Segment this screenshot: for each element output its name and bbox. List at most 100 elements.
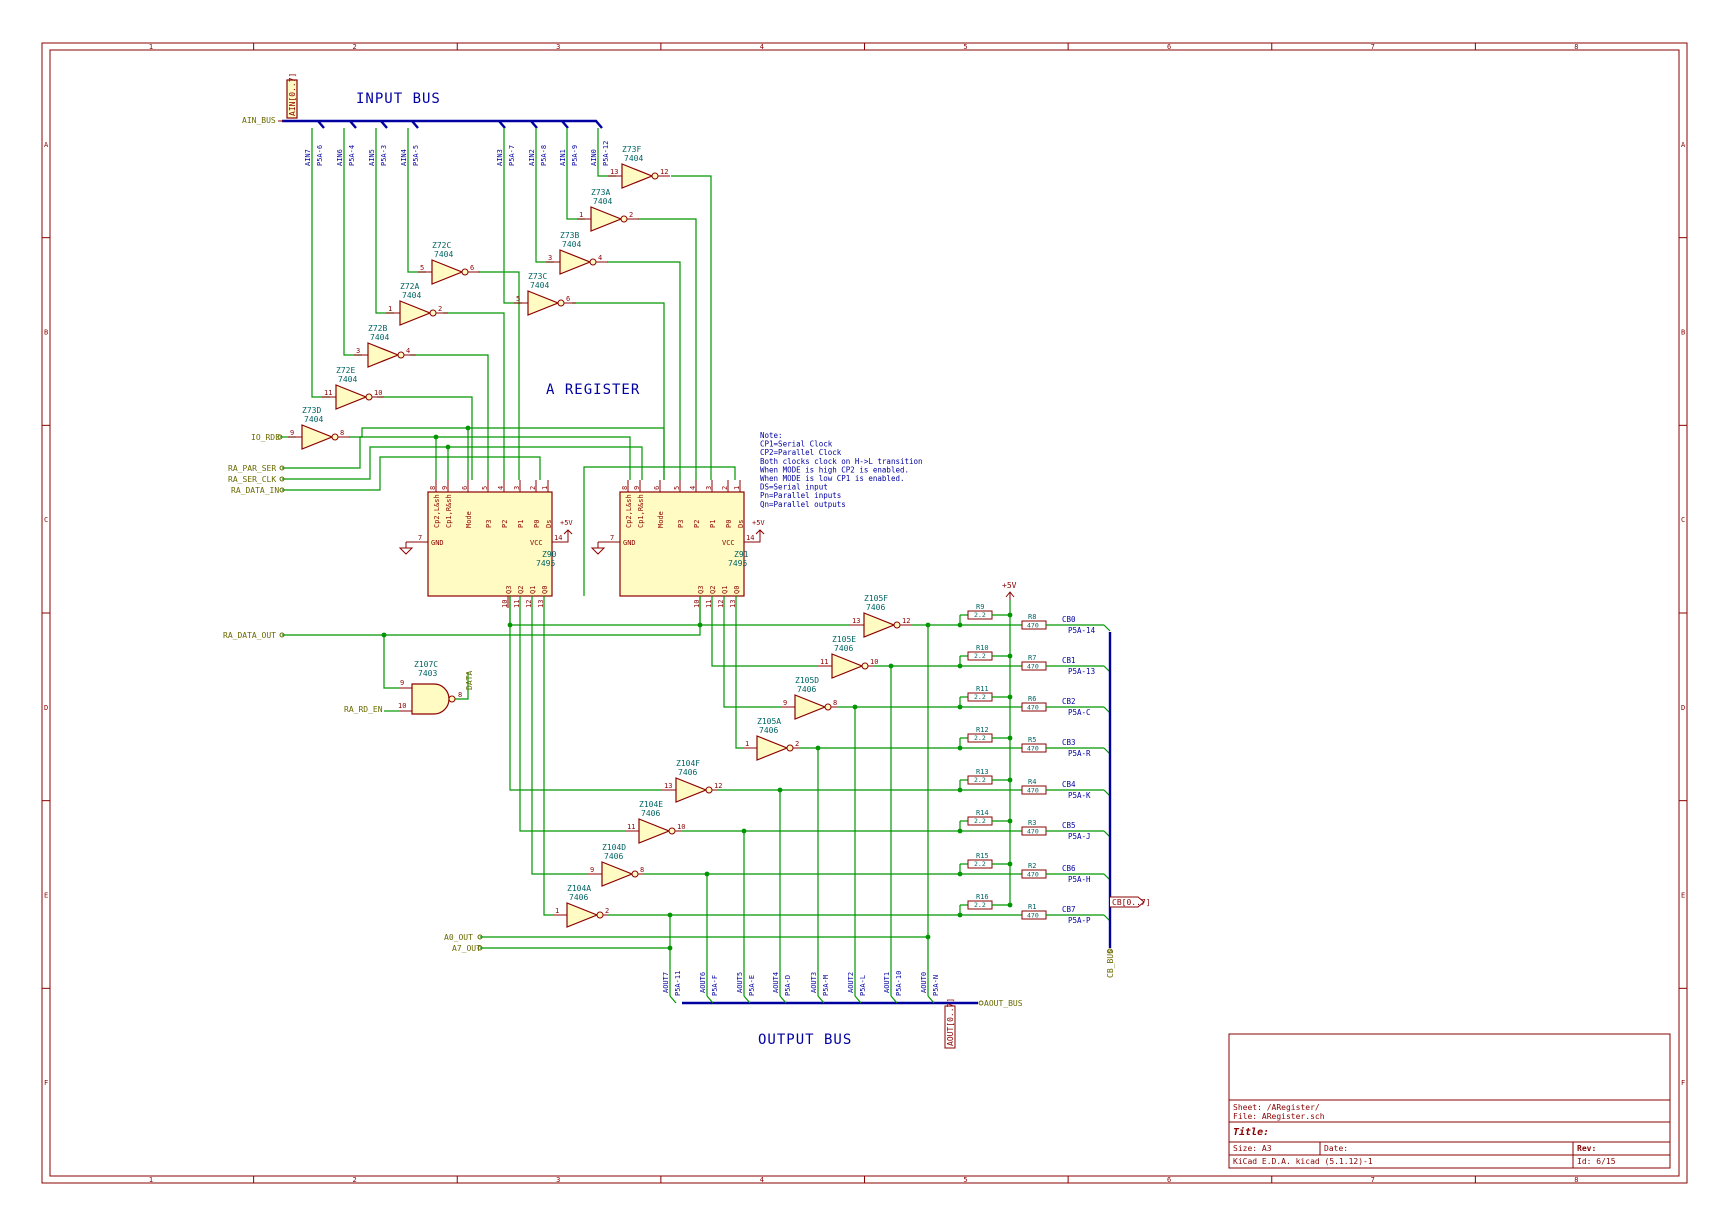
ladder-junction xyxy=(1007,861,1013,867)
ra-data-in-port[interactable]: RA_DATA_IN xyxy=(231,486,279,495)
ladder-junction xyxy=(852,704,858,710)
output-tap-net: AOUT1 xyxy=(883,972,891,993)
register-vcc-num: 14 xyxy=(554,534,562,542)
input-tap-net: AIN2 xyxy=(528,149,536,166)
register-top-pin-label: P2 xyxy=(501,520,509,528)
z107c-ref: Z107C xyxy=(414,660,438,669)
inverter-body xyxy=(756,735,789,761)
frame-row-label-right: C xyxy=(1681,516,1685,524)
pullup-ref: R11 xyxy=(976,685,989,693)
register-vcc-label: VCC xyxy=(530,539,543,547)
tb-size: Size: A3 xyxy=(1233,1144,1272,1153)
inverter-body xyxy=(590,206,623,232)
output-tap-net: AOUT3 xyxy=(810,972,818,993)
inverter-pin-in-num: 5 xyxy=(516,295,520,303)
inverter-part: 7404 xyxy=(593,197,612,206)
output-tap-pin: P5A-L xyxy=(859,975,867,996)
input-tap-pin: P5A-12 xyxy=(602,141,610,166)
register-gnd-num: 7 xyxy=(418,534,422,542)
frame-col-label-bottom: 7 xyxy=(1371,1176,1375,1184)
output-tap-net: AOUT4 xyxy=(772,972,780,993)
inverter-ref: Z72B xyxy=(368,324,387,333)
series-value: 470 xyxy=(1027,745,1039,753)
output-junction xyxy=(667,945,673,951)
ladder-junction xyxy=(888,663,894,669)
inverter-pin-out-num: 2 xyxy=(438,305,442,313)
tb-sheet: Sheet: /ARegister/ xyxy=(1233,1103,1320,1112)
inverter-pin-in-num: 9 xyxy=(783,699,787,707)
register-top-pin-num: 6 xyxy=(461,486,469,490)
cb-pin-label: P5A-H xyxy=(1068,875,1091,884)
register-bottom-pin-label: Q0 xyxy=(733,586,741,594)
register-top-pin-label: P2 xyxy=(693,520,701,528)
inverter-pin-out-num: 10 xyxy=(870,658,878,666)
inverter-pin-out-num: 12 xyxy=(660,168,668,176)
tb-file: File: ARegister.sch xyxy=(1233,1112,1325,1121)
cb-net-label: CB5 xyxy=(1062,821,1076,830)
register-top-pin-num: 2 xyxy=(721,486,729,490)
series-ref: R4 xyxy=(1028,778,1036,786)
pullup-ref: R15 xyxy=(976,852,989,860)
input-tap-net: AIN6 xyxy=(336,149,344,166)
series-ref: R7 xyxy=(1028,654,1036,662)
input-tap-pin: P5A-4 xyxy=(348,145,356,166)
inverter-ref: Z105F xyxy=(864,594,888,603)
cb-net-label: CB7 xyxy=(1062,905,1076,914)
series-value: 470 xyxy=(1027,622,1039,630)
frame-col-label-top: 4 xyxy=(760,43,764,51)
io-rde-port[interactable]: IO_RDE xyxy=(251,433,280,442)
pullup-value: 2.2 xyxy=(974,611,986,619)
ladder-junction xyxy=(1007,735,1013,741)
aout-bus-port[interactable]: AOUT_BUS xyxy=(984,999,1023,1008)
inverter-pin-in-num: 9 xyxy=(590,866,594,874)
bus-entry xyxy=(669,995,677,1004)
register-ref: Z90 xyxy=(542,550,557,559)
frame-row-label-left: E xyxy=(44,892,48,900)
ra-rd-en-port[interactable]: RA_RD_EN xyxy=(344,705,383,714)
inverter-body xyxy=(621,163,654,189)
output-drivers: 13 12Z105F740611 10Z105E74069 8Z105D74061 2Z… xyxy=(553,594,912,928)
ra-ser-clk-port[interactable]: RA_SER_CLK xyxy=(228,475,276,484)
ain-range-label: AIN[0..7] xyxy=(288,73,297,116)
resistor-ladder: R92.2 R8470CB0P5A-14R102.2 R7470CB1P5A-13R… xyxy=(667,603,1111,925)
inverter-part: 7404 xyxy=(304,415,323,424)
series-ref: R3 xyxy=(1028,819,1036,827)
input-inverters: 13 12Z73F74041 2Z73A74043 4Z73B74045 6Z73C74… xyxy=(288,145,670,450)
tb-date: Date: xyxy=(1324,1144,1348,1153)
inverter-pin-out-num: 6 xyxy=(566,295,570,303)
a7-out-port[interactable]: A7_OUT xyxy=(452,944,481,953)
inverter-bubble xyxy=(893,621,901,629)
inverter-pin-out-num: 12 xyxy=(902,617,910,625)
inverter-part: 7406 xyxy=(641,809,660,818)
data-port[interactable]: DATA xyxy=(465,671,474,690)
input-tap-pin: P5A-8 xyxy=(540,145,548,166)
inverter-bubble xyxy=(631,870,639,878)
register-top-pin-num: 4 xyxy=(497,486,505,490)
inverter-part: 7404 xyxy=(434,250,453,259)
register-top-pin-label: P0 xyxy=(533,520,541,528)
shift-registers: Cp2,L&sh 8 Cp1,R&sh 9 Mode 6 P3 5 P2 4 P1 3 P0 2 Ds 1 Q3… xyxy=(398,480,765,608)
pullup-ref: R12 xyxy=(976,726,989,734)
a0-out-port[interactable]: A0_OUT xyxy=(444,933,473,942)
input-tap-pin: P5A-7 xyxy=(508,145,516,166)
inverter-pin-in-num: 5 xyxy=(420,264,424,272)
inverter-bubble xyxy=(589,258,597,266)
register-top-pin-label: P1 xyxy=(709,520,717,528)
inverter-bubble xyxy=(557,299,565,307)
frame-col-label-top: 2 xyxy=(352,43,356,51)
inverter-body xyxy=(301,424,334,450)
output-tap-labels: AOUT7 P5A-11 AOUT6 P5A-F AOUT5 P5A-E AOUT4 P5A-… xyxy=(662,934,940,1004)
register-top-pin-label: Cp1,R&sh xyxy=(445,494,453,528)
ra-par-ser-port[interactable]: RA_PAR_SER xyxy=(228,464,276,473)
frame-row-label-left: F xyxy=(44,1079,48,1087)
inverter-ref: Z105A xyxy=(757,717,781,726)
inverter-part: 7404 xyxy=(402,291,421,300)
ain-bus-port[interactable]: AIN_BUS xyxy=(242,116,276,125)
inverter-bubble xyxy=(331,433,339,441)
note-line: Qn=Parallel outputs xyxy=(760,500,846,509)
register-top-pin-num: 3 xyxy=(513,486,521,490)
input-tap-pin: P5A-3 xyxy=(380,145,388,166)
tb-title: Title: xyxy=(1233,1126,1269,1138)
inverter-part: 7404 xyxy=(562,240,581,249)
ra-data-out-port[interactable]: RA_DATA_OUT xyxy=(223,631,276,640)
